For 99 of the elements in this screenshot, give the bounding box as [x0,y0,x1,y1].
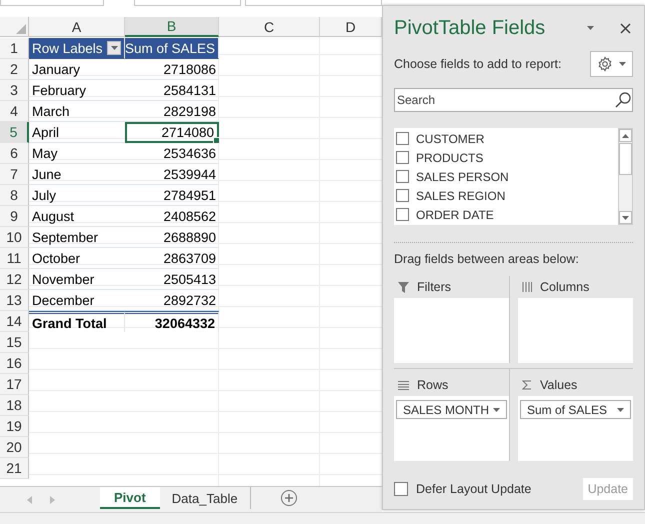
panel-title: PivotTable Fields [394,16,546,40]
row-number[interactable]: 2 [0,59,29,80]
table-cell: February [29,80,125,101]
table-cell: August [29,206,125,227]
table-cell: 2505413 [125,269,219,290]
close-icon [620,22,631,34]
checkbox[interactable] [396,151,409,164]
search-icon [615,92,631,108]
scrollbar[interactable] [618,128,633,225]
column-header[interactable]: C [219,17,320,37]
row-number[interactable]: 16 [0,353,29,374]
checkbox[interactable] [396,132,409,145]
field-label[interactable]: PRODUCTS [416,150,484,164]
row-number[interactable]: 3 [0,80,29,101]
table-cell: November [29,269,125,290]
sheet-tab[interactable]: Pivot [100,487,160,509]
area-label: Values [540,378,578,392]
gear-icon [597,56,613,72]
filter-dropdown[interactable] [107,41,121,55]
row-number[interactable]: 4 [0,101,29,122]
row-number[interactable]: 10 [0,227,29,248]
settings-button[interactable] [590,51,633,77]
table-cell: Sum of SALES [125,38,219,59]
table-cell: March [29,101,125,122]
table-cell: December [29,290,125,311]
row-number[interactable]: 11 [0,248,29,269]
filter-icon [398,282,409,292]
field-label[interactable]: CUSTOMER [416,132,484,146]
row-number[interactable]: 19 [0,416,29,437]
field-label[interactable]: SALES REGION [416,188,506,202]
table-cell: May [29,143,125,164]
table-cell: 2584131 [125,80,219,101]
caret-icon [110,46,118,50]
checkbox[interactable] [394,482,408,496]
row-labels-header: Row Labels [32,40,103,56]
rows-icon [398,380,409,390]
table-cell: October [29,248,125,269]
table-cell: 2534636 [125,143,219,164]
table-cell: 2539944 [125,164,219,185]
table-cell: 2688890 [125,227,219,248]
scroll-up-icon[interactable] [622,134,629,138]
sigma-icon [522,380,532,390]
caret-icon [493,408,500,412]
row-number[interactable]: 1 [0,38,29,59]
plus-icon [284,493,294,503]
area-label: Rows [417,378,448,392]
row-number[interactable]: 17 [0,374,29,395]
table-cell: 32064332 [125,311,219,332]
row-number[interactable]: 6 [0,143,29,164]
row-number[interactable]: 21 [0,458,29,479]
table-cell: April [29,122,125,143]
checkbox[interactable] [396,170,409,183]
caret-icon [619,62,626,66]
checkbox[interactable] [396,189,409,202]
panel-menu-icon [587,26,594,30]
row-number[interactable]: 12 [0,269,29,290]
area-label: Filters [417,280,452,294]
drag-fields-label: Drag fields between areas below: [394,252,579,266]
choose-fields-label: Choose fields to add to report: [394,57,562,71]
row-number[interactable]: 15 [0,332,29,353]
column-header[interactable]: A [29,17,125,37]
column-header[interactable]: D [320,17,382,37]
triangle-icon [16,24,26,34]
table-cell: January [29,59,125,80]
table-cell: 2408562 [125,206,219,227]
field-chip[interactable]: SALES MONTH [396,400,507,419]
scroll-down-icon [622,216,629,220]
field-chip[interactable]: Sum of SALES [520,400,631,419]
row-number[interactable]: 18 [0,395,29,416]
table-cell: June [29,164,125,185]
row-number[interactable]: 7 [0,164,29,185]
area-label: Columns [540,280,590,294]
defer-update-label[interactable]: Defer Layout Update [416,482,532,496]
table-cell: 2829198 [125,101,219,122]
columns-icon [522,282,532,292]
row-number[interactable]: 14 [0,311,29,332]
table-cell: 2718086 [125,59,219,80]
table-cell: July [29,185,125,206]
row-number[interactable]: 9 [0,206,29,227]
sheet-tab[interactable]: Data_Table [160,487,251,509]
drop-area[interactable]: SALES MONTH [394,396,509,461]
row-number[interactable]: 13 [0,290,29,311]
field-label[interactable]: ORDER DATE [416,208,494,222]
row-number[interactable]: 8 [0,185,29,206]
table-cell: September [29,227,125,248]
table-cell: 2714080 [125,122,219,143]
table-cell: Grand Total [29,311,125,332]
drop-area[interactable]: Sum of SALES [518,396,633,461]
table-cell: 2784951 [125,185,219,206]
add-sheet-button[interactable] [280,490,297,506]
caret-icon [617,408,624,412]
row-number[interactable]: 20 [0,437,29,458]
table-cell: 2892732 [125,290,219,311]
search-field[interactable]: Search [394,88,633,112]
checkbox[interactable] [396,208,409,221]
column-header[interactable]: B [125,17,219,37]
field-label[interactable]: SALES PERSON [416,170,509,184]
table-cell: 2863709 [125,248,219,269]
row-number[interactable]: 5 [0,122,29,143]
